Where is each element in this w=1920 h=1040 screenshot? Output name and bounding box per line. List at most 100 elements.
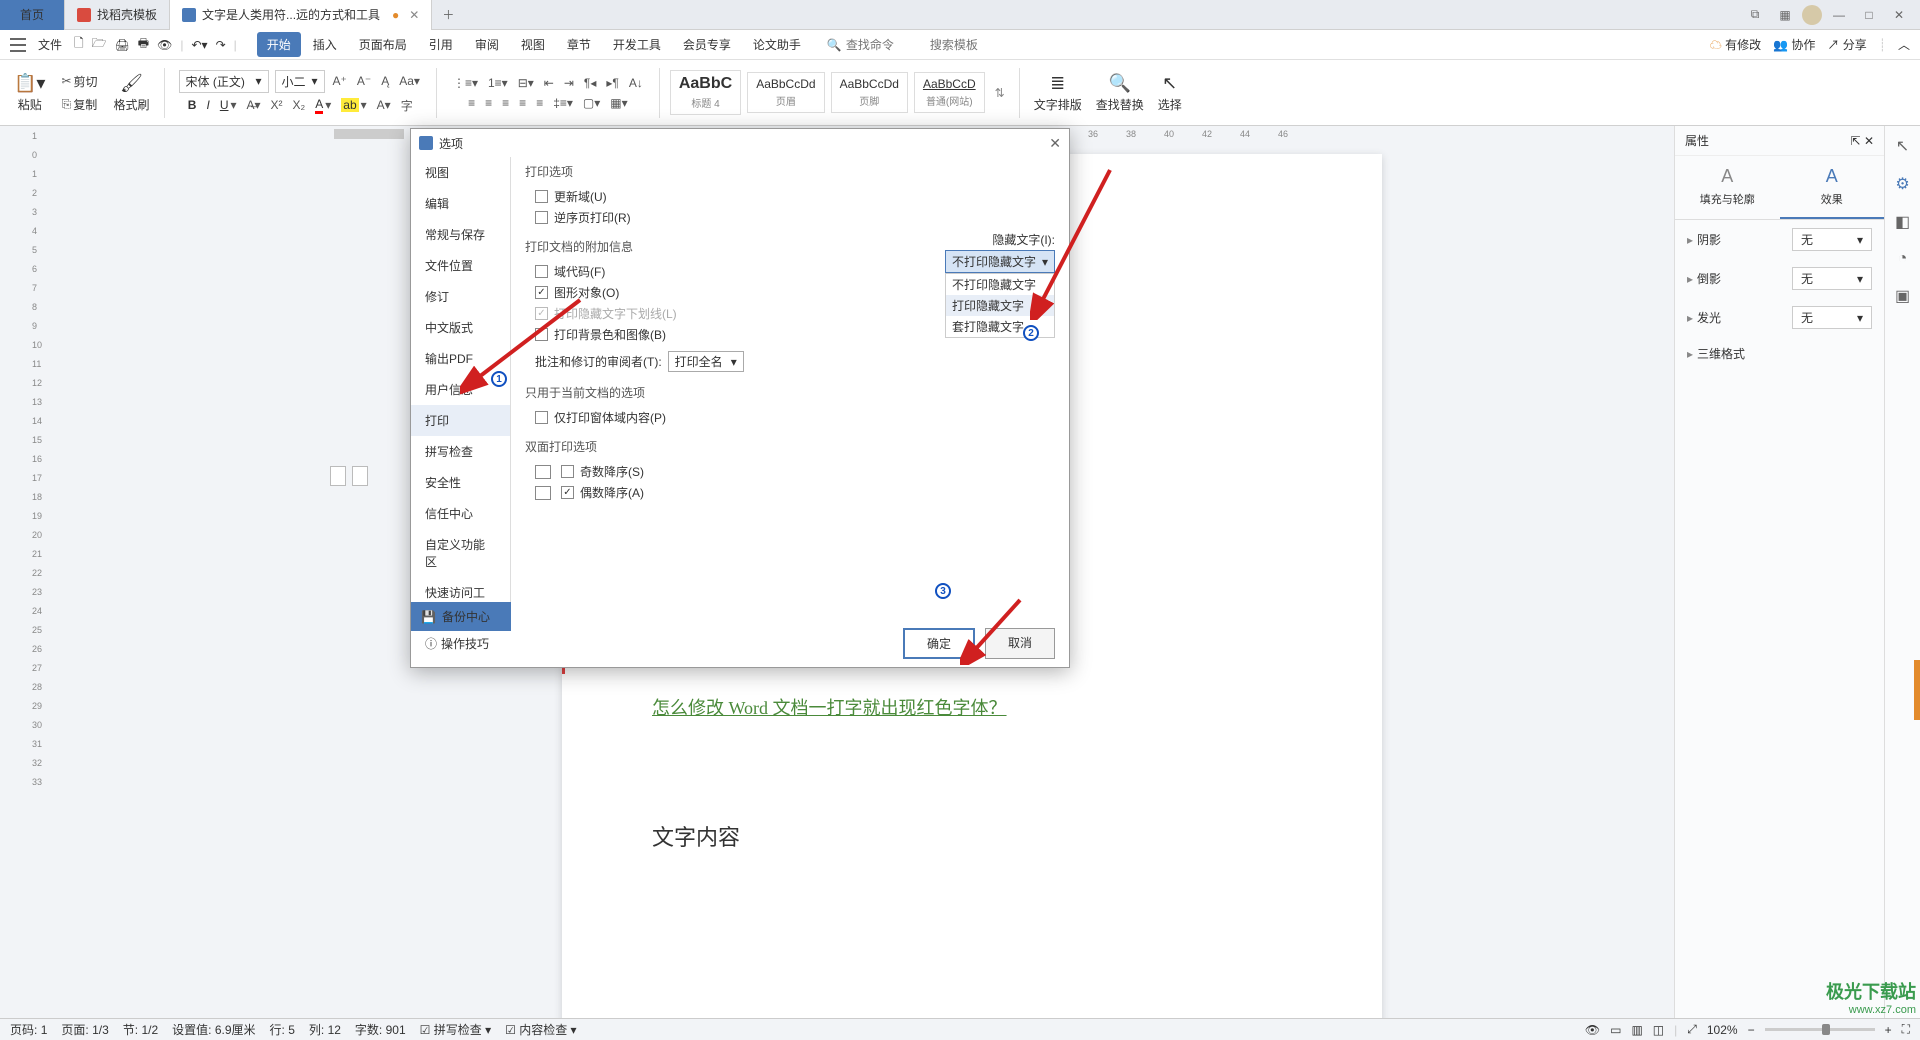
minimize-button[interactable]: — bbox=[1826, 4, 1852, 26]
rtl[interactable]: ▸¶ bbox=[604, 74, 620, 92]
panel-pin-icon[interactable]: ⇱ bbox=[1851, 134, 1861, 148]
chk-odd[interactable] bbox=[561, 465, 574, 478]
file-menu[interactable]: 文件 bbox=[38, 36, 62, 53]
side-customize[interactable]: 自定义功能区 bbox=[411, 529, 510, 577]
tab-reference[interactable]: 引用 bbox=[419, 32, 463, 57]
sb-section[interactable]: 节: 1/2 bbox=[123, 1021, 158, 1038]
side-revision[interactable]: 修订 bbox=[411, 281, 510, 312]
side-pdf[interactable]: 输出PDF bbox=[411, 343, 510, 374]
apps-icon[interactable]: ▦ bbox=[1772, 4, 1798, 26]
formatpainter-icon[interactable]: 🖌 bbox=[120, 73, 143, 94]
close-button[interactable]: ✕ bbox=[1886, 4, 1912, 26]
sb-settings-icon[interactable]: ⚙ bbox=[1895, 174, 1909, 194]
hidden-opt-0[interactable]: 不打印隐藏文字 bbox=[946, 274, 1054, 295]
chk-even[interactable] bbox=[561, 486, 574, 499]
highlight[interactable]: ab▾ bbox=[339, 96, 368, 114]
font-size-select[interactable]: 小二▾ bbox=[275, 70, 325, 93]
reflect-select[interactable]: 无▾ bbox=[1792, 267, 1872, 290]
align-right[interactable]: ≡ bbox=[500, 94, 511, 112]
view-read-icon[interactable]: 👁 bbox=[1585, 1023, 1600, 1037]
sb-page[interactable]: 页码: 1 bbox=[10, 1021, 47, 1038]
tab-document[interactable]: 文字是人类用符...远的方式和工具 ● ✕ bbox=[170, 0, 432, 30]
bold[interactable]: B bbox=[186, 96, 199, 114]
tab-view[interactable]: 视图 bbox=[511, 32, 555, 57]
font-color[interactable]: A▾ bbox=[313, 95, 333, 116]
sb-col[interactable]: 列: 12 bbox=[309, 1021, 341, 1038]
sb-row[interactable]: 行: 5 bbox=[270, 1021, 295, 1038]
clear-format[interactable]: Ą bbox=[379, 72, 391, 90]
tab-close[interactable]: ✕ bbox=[409, 8, 419, 22]
qat-new[interactable]: 🗋 bbox=[74, 34, 84, 55]
tab-pagelayout[interactable]: 页面布局 bbox=[349, 32, 417, 57]
view-outline-icon[interactable]: ◫ bbox=[1653, 1023, 1664, 1037]
tab-paper[interactable]: 论文助手 bbox=[743, 32, 811, 57]
glow-select[interactable]: 无▾ bbox=[1792, 306, 1872, 329]
sb-shape-icon[interactable]: ◔ bbox=[1898, 250, 1908, 268]
user-avatar[interactable] bbox=[1802, 5, 1822, 25]
doc-hyperlink[interactable]: 怎么修改 Word 文档一打字就出现红色字体？ bbox=[652, 698, 1007, 718]
numbering[interactable]: 1≡▾ bbox=[486, 74, 510, 92]
zoom-in[interactable]: + bbox=[1885, 1023, 1892, 1037]
view-print-icon[interactable]: ▭ bbox=[1610, 1023, 1621, 1037]
cancel-button[interactable]: 取消 bbox=[985, 628, 1055, 659]
sb-spellcheck[interactable]: ☑ 拼写检查 ▾ bbox=[420, 1021, 491, 1038]
change-case[interactable]: Aa▾ bbox=[397, 72, 422, 90]
pending-changes[interactable]: ☁ 有修改 bbox=[1710, 36, 1761, 53]
qat-preview[interactable]: 👁 bbox=[157, 38, 172, 52]
panel-tab-effect[interactable]: A效果 bbox=[1780, 156, 1885, 219]
template-search[interactable] bbox=[930, 38, 1010, 52]
coop-button[interactable]: 👥 协作 bbox=[1773, 36, 1815, 53]
align-center[interactable]: ≡ bbox=[483, 94, 494, 112]
phonetic[interactable]: 字 bbox=[399, 95, 415, 116]
chk-formfield[interactable] bbox=[535, 411, 548, 424]
reviewer-select[interactable]: 打印全名▾ bbox=[668, 351, 744, 372]
panel-close-icon[interactable]: ✕ bbox=[1864, 134, 1874, 148]
qat-save[interactable]: 🖨 bbox=[115, 38, 130, 52]
layout-icon[interactable]: ⧉ bbox=[1742, 4, 1768, 26]
chk-bg[interactable] bbox=[535, 328, 548, 341]
style-more[interactable]: ⇅ bbox=[991, 86, 1009, 100]
text-layout-icon[interactable]: ≣ bbox=[1050, 73, 1065, 94]
qat-undo[interactable]: ↶▾ bbox=[191, 38, 207, 52]
cut-button[interactable]: ✂ 剪切 bbox=[59, 71, 99, 92]
line-spacing[interactable]: ‡≡▾ bbox=[551, 94, 575, 112]
sb-position[interactable]: 设置值: 6.9厘米 bbox=[172, 1021, 255, 1038]
side-security[interactable]: 安全性 bbox=[411, 467, 510, 498]
font-name-select[interactable]: 宋体 (正文)▾ bbox=[179, 70, 269, 93]
operation-tips[interactable]: ⓘ操作技巧 bbox=[425, 635, 489, 652]
side-view[interactable]: 视图 bbox=[411, 157, 510, 188]
select-icon[interactable]: ↖ bbox=[1162, 73, 1177, 94]
side-print[interactable]: 打印 bbox=[411, 405, 510, 436]
shrink-font[interactable]: A⁻ bbox=[355, 72, 373, 90]
sb-select-icon[interactable]: ↖ bbox=[1896, 136, 1909, 156]
zoom-slider[interactable] bbox=[1765, 1028, 1875, 1031]
align-left[interactable]: ≡ bbox=[466, 94, 477, 112]
tab-add[interactable]: ＋ bbox=[432, 6, 464, 23]
shading[interactable]: ▢▾ bbox=[581, 94, 602, 112]
sort[interactable]: A↓ bbox=[627, 74, 645, 92]
borders[interactable]: ▦▾ bbox=[608, 94, 629, 112]
sb-words[interactable]: 字数: 901 bbox=[355, 1021, 406, 1038]
style-gallery[interactable]: AaBbC标题 4 AaBbCcDd页眉 AaBbCcDd页脚 AaBbCcD普… bbox=[670, 70, 1009, 115]
grow-font[interactable]: A⁺ bbox=[331, 72, 349, 90]
hamburger-icon[interactable] bbox=[10, 38, 26, 52]
sb-pages[interactable]: 页面: 1/3 bbox=[61, 1021, 108, 1038]
zoom-value[interactable]: 102% bbox=[1707, 1023, 1738, 1037]
side-chinese[interactable]: 中文版式 bbox=[411, 312, 510, 343]
char-border[interactable]: A▾ bbox=[375, 96, 393, 114]
page-thumbnails[interactable] bbox=[330, 466, 368, 486]
copy-button[interactable]: ⎘ 复制 bbox=[60, 94, 100, 115]
italic[interactable]: I bbox=[204, 96, 211, 114]
qat-open[interactable]: 🗁 bbox=[92, 34, 107, 55]
maximize-button[interactable]: □ bbox=[1856, 4, 1882, 26]
dialog-close[interactable]: ✕ bbox=[1049, 135, 1061, 152]
dec-indent[interactable]: ⇤ bbox=[542, 74, 556, 92]
tab-home[interactable]: 首页 bbox=[0, 0, 65, 30]
chk-graphics[interactable] bbox=[535, 286, 548, 299]
qat-redo[interactable]: ↷ bbox=[216, 38, 226, 52]
fit-icon[interactable]: ⤢ bbox=[1687, 1022, 1697, 1037]
distribute[interactable]: ≡ bbox=[534, 94, 545, 112]
ribbon-collapse[interactable]: ︿ bbox=[1898, 36, 1910, 53]
bullets[interactable]: ⋮≡▾ bbox=[451, 74, 480, 92]
side-spell[interactable]: 拼写检查 bbox=[411, 436, 510, 467]
